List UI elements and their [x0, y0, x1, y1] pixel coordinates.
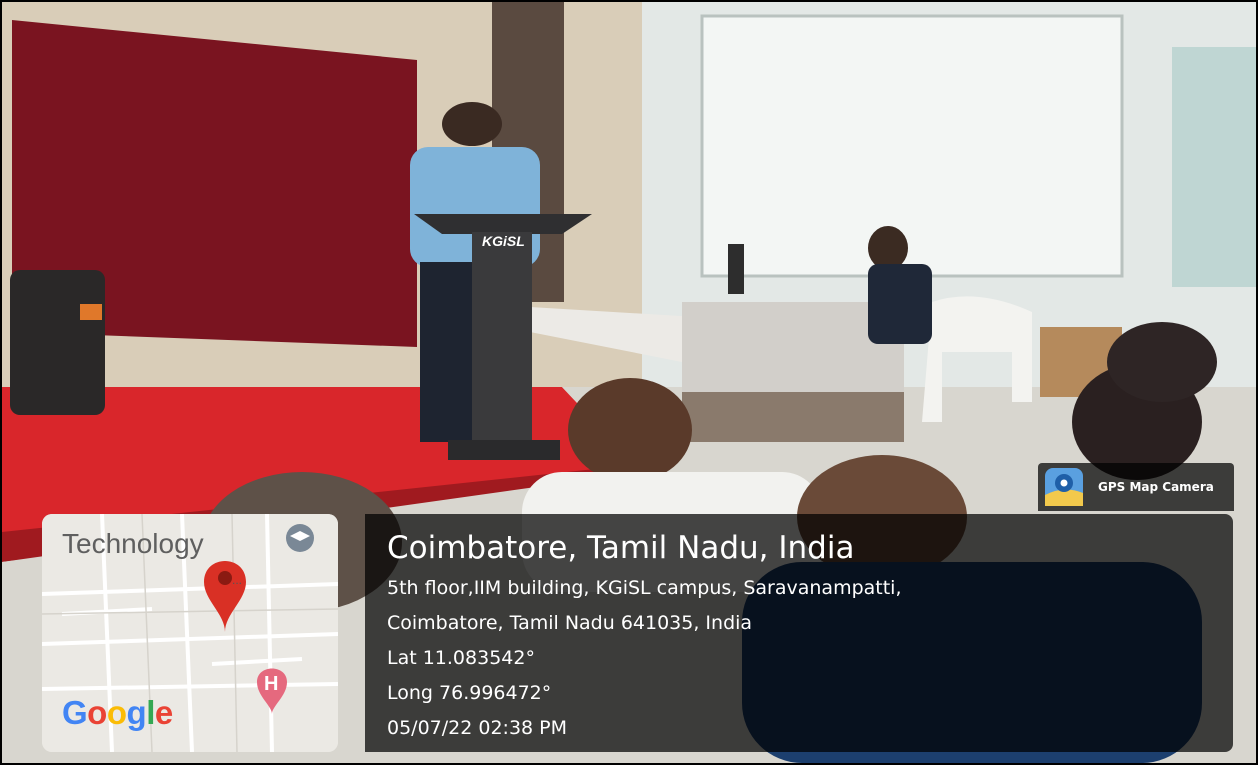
google-logo: Google	[62, 694, 173, 731]
badge-label: GPS Map Camera	[1098, 480, 1214, 494]
address-line-1: 5th floor,IIM building, KGiSL campus, Sa…	[387, 577, 902, 599]
map-pin-camera-icon	[1045, 468, 1083, 506]
map-thumbnail: ... H Technology Google	[42, 514, 338, 752]
latitude: Lat 11.083542°	[387, 647, 535, 669]
podium-logo-text: KGiSL	[482, 233, 525, 249]
location-title: Coimbatore, Tamil Nadu, India	[387, 530, 855, 566]
svg-text:H: H	[264, 673, 278, 695]
svg-text:...: ...	[232, 573, 242, 587]
address-line-2: Coimbatore, Tamil Nadu 641035, India	[387, 612, 753, 634]
map-place-label: Technology	[62, 528, 204, 559]
location-info-panel: Coimbatore, Tamil Nadu, India 5th floor,…	[365, 514, 1233, 752]
longitude: Long 76.996472°	[387, 682, 552, 704]
gps-map-camera-badge: GPS Map Camera	[1038, 463, 1234, 511]
timestamp: 05/07/22 02:38 PM	[387, 717, 568, 739]
photo-frame: KGiSL GPS Map Camera ... H Technology Go…	[0, 0, 1258, 765]
